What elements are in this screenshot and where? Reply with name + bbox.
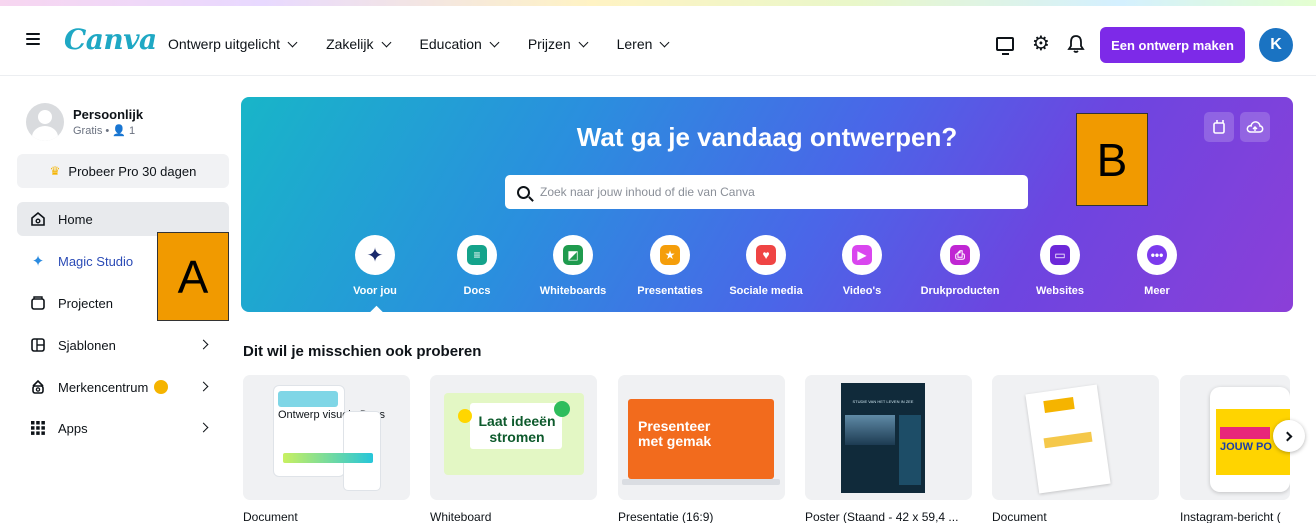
sidebar-item-apps[interactable]: Apps xyxy=(17,411,229,445)
desktop-app-icon[interactable] xyxy=(996,37,1014,55)
sidebar-item-sjablonen[interactable]: Sjablonen xyxy=(17,328,229,362)
chevron-down-icon xyxy=(578,37,589,47)
search-input[interactable]: Zoek naar jouw inhoud of die van Canva xyxy=(505,175,1028,209)
card-label-document[interactable]: Document xyxy=(243,510,298,523)
print-icon: ⎙ xyxy=(940,235,980,275)
chevron-down-icon xyxy=(381,37,391,47)
search-icon xyxy=(517,185,530,199)
card-label-document-2[interactable]: Document xyxy=(992,510,1047,523)
sidebar-item-home[interactable]: Home xyxy=(17,202,229,236)
card-label-presentatie[interactable]: Presentatie (16:9) xyxy=(618,510,713,523)
chevron-right-icon xyxy=(1282,431,1293,441)
doc-icon: ≡ xyxy=(457,235,497,275)
template-icon xyxy=(29,336,47,354)
category-meer[interactable]: ••• Meer xyxy=(1117,235,1197,297)
bell-icon[interactable] xyxy=(1067,34,1085,54)
crown-icon: ♛ xyxy=(49,164,61,178)
presentation-icon: ★ xyxy=(650,235,690,275)
video-icon: ▶ xyxy=(842,235,882,275)
chevron-right-icon[interactable] xyxy=(198,339,209,350)
pro-badge-icon xyxy=(154,380,169,394)
sidebar-item-merkencentrum[interactable]: Merkencentrum xyxy=(17,370,229,404)
user-avatar[interactable]: K xyxy=(1259,28,1293,62)
annotation-label-a: A xyxy=(157,232,229,321)
chevron-right-icon[interactable] xyxy=(198,381,209,392)
category-presentaties[interactable]: ★ Presentaties xyxy=(630,235,710,297)
canva-logo[interactable]: Canva xyxy=(64,23,157,56)
category-voor-jou[interactable]: ✦ Voor jou xyxy=(335,235,415,297)
brand-icon xyxy=(29,378,47,396)
sparkle-icon: ✦ xyxy=(31,253,45,270)
create-design-button[interactable]: Een ontwerp maken xyxy=(1100,27,1245,63)
nav-prijzen[interactable]: Prijzen xyxy=(528,36,589,52)
heart-icon: ♥ xyxy=(746,235,786,275)
sparkle-icon: ✦ xyxy=(355,235,395,275)
nav-zakelijk[interactable]: Zakelijk xyxy=(326,36,391,52)
folder-icon xyxy=(29,294,47,312)
category-sociale-media[interactable]: ♥ Sociale media xyxy=(726,235,806,297)
main-nav: Ontwerp uitgelicht Zakelijk Education Pr… xyxy=(168,36,698,52)
chevron-down-icon xyxy=(659,37,670,47)
category-docs[interactable]: ≡ Docs xyxy=(437,235,517,297)
profile-avatar[interactable] xyxy=(26,103,64,141)
nav-ontwerp-uitgelicht[interactable]: Ontwerp uitgelicht xyxy=(168,36,298,52)
nav-leren[interactable]: Leren xyxy=(617,36,670,52)
card-label-poster[interactable]: Poster (Staand - 42 x 59,4 ... xyxy=(805,510,958,523)
category-drukproducten[interactable]: ⎙ Drukproducten xyxy=(920,235,1000,297)
custom-size-button[interactable] xyxy=(1204,112,1234,142)
card-thumb-text: Presenteer met gemak xyxy=(638,418,712,449)
suggestion-card-document-2[interactable] xyxy=(992,375,1159,500)
suggestions-title: Dit wil je misschien ook proberen xyxy=(243,343,482,360)
profile-name[interactable]: Persoonlijk xyxy=(73,107,143,122)
annotation-label-b: B xyxy=(1076,113,1148,206)
card-thumb-text: JOUW PO xyxy=(1220,441,1272,453)
card-label-whiteboard[interactable]: Whiteboard xyxy=(430,510,491,523)
upload-cloud-icon[interactable] xyxy=(1240,112,1270,142)
carousel-next-button[interactable] xyxy=(1273,420,1305,452)
chevron-right-icon[interactable] xyxy=(198,422,209,433)
chevron-down-icon xyxy=(489,37,500,47)
chevron-down-icon xyxy=(287,37,298,47)
nav-education[interactable]: Education xyxy=(420,36,500,52)
category-videos[interactable]: ▶ Video's xyxy=(822,235,902,297)
active-category-indicator xyxy=(369,306,385,316)
suggestion-card-poster[interactable]: STUDIE VAN HET LEVEN IN ZEE xyxy=(805,375,972,500)
grid-icon xyxy=(29,419,47,437)
profile-plan: Gratis • 👤 1 xyxy=(73,125,136,137)
gear-icon[interactable]: ⚙ xyxy=(1031,34,1051,54)
whiteboard-icon: ◩ xyxy=(553,235,593,275)
try-pro-button[interactable]: ♛ Probeer Pro 30 dagen xyxy=(17,154,229,188)
category-whiteboards[interactable]: ◩ Whiteboards xyxy=(533,235,613,297)
website-icon: ▭ xyxy=(1040,235,1080,275)
home-icon xyxy=(29,210,47,228)
suggestion-card-whiteboard[interactable]: Laat ideeën stromen xyxy=(430,375,597,500)
card-label-instagram[interactable]: Instagram-bericht ( xyxy=(1180,510,1281,523)
card-thumb-text: Laat ideeën stromen xyxy=(478,413,556,445)
category-websites[interactable]: ▭ Websites xyxy=(1020,235,1100,297)
card-thumb-text: STUDIE VAN HET LEVEN IN ZEE xyxy=(852,399,914,404)
suggestion-card-presentatie[interactable]: Presenteer met gemak xyxy=(618,375,785,500)
menu-icon[interactable] xyxy=(26,33,40,45)
more-icon: ••• xyxy=(1137,235,1177,275)
suggestion-card-document[interactable]: Ontwerp visuele Docs xyxy=(243,375,410,500)
